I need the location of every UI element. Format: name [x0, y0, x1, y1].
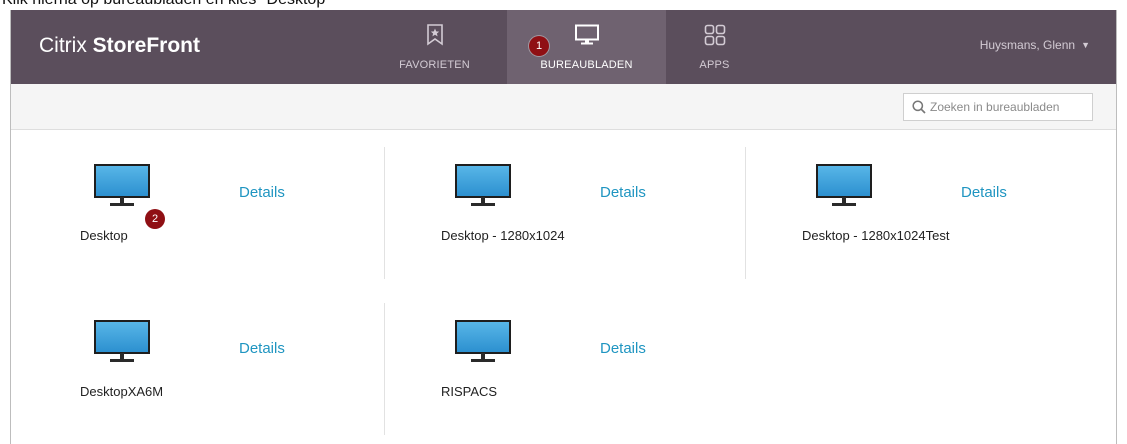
- chevron-down-icon: ▼: [1081, 40, 1090, 50]
- details-link[interactable]: Details: [961, 184, 1007, 201]
- details-link[interactable]: Details: [600, 184, 646, 201]
- search-box[interactable]: [903, 93, 1093, 121]
- desktop-monitor-icon: [816, 164, 872, 215]
- brand-bold-text: StoreFront: [92, 34, 200, 57]
- monitor-icon: [574, 24, 600, 51]
- desktop-name: RISPACS: [441, 384, 498, 399]
- desktop-tile-rispacs[interactable]: RISPACS Details: [372, 300, 732, 440]
- search-input[interactable]: [930, 98, 1085, 116]
- app-grid-icon: [704, 24, 726, 51]
- top-navigation-bar: Citrix StoreFront FAVORIETEN BUREAUBLADE…: [11, 10, 1116, 84]
- desktop-name: Desktop - 1280x1024Test: [802, 228, 950, 243]
- tab-favorieten[interactable]: FAVORIETEN: [387, 10, 482, 84]
- user-menu[interactable]: Huysmans, Glenn ▼: [980, 38, 1090, 52]
- desktop-name: Desktop: [80, 228, 128, 243]
- search-icon: [912, 100, 926, 117]
- user-name: Huysmans, Glenn: [979, 38, 1076, 52]
- step-badge-1: 1: [529, 36, 549, 56]
- search-toolbar: [11, 84, 1116, 130]
- instruction-caption: Klik hierna op bureaubladen en kies "Des…: [0, 0, 1127, 10]
- desktop-monitor-icon: [455, 320, 511, 371]
- desktop-name: Desktop - 1280x1024: [441, 228, 565, 243]
- desktop-tile-desktopxa6m[interactable]: DesktopXA6M Details: [11, 300, 371, 440]
- tab-bureaubladen-label: BUREAUBLADEN: [540, 59, 633, 71]
- desktop-monitor-icon: [94, 164, 150, 215]
- bookmark-star-icon: [426, 24, 444, 51]
- instruction-text: Klik hierna op bureaubladen en kies "Des…: [2, 0, 331, 9]
- tab-apps[interactable]: APPS: [667, 10, 762, 84]
- desktop-name: DesktopXA6M: [80, 384, 164, 399]
- tab-favorieten-label: FAVORIETEN: [399, 59, 470, 71]
- tab-apps-label: APPS: [699, 59, 730, 71]
- step-badge-2: 2: [145, 209, 165, 229]
- desktop-monitor-icon: [94, 320, 150, 371]
- details-link[interactable]: Details: [239, 184, 285, 201]
- desktop-tile-desktop-1280x1024[interactable]: Desktop - 1280x1024 Details: [372, 144, 732, 284]
- desktop-tile-desktop[interactable]: Desktop Details: [11, 144, 371, 284]
- storefront-window: Citrix StoreFront FAVORIETEN BUREAUBLADE…: [10, 10, 1117, 444]
- citrix-storefront-logo: Citrix StoreFront: [39, 34, 200, 58]
- details-link[interactable]: Details: [600, 340, 646, 357]
- details-link[interactable]: Details: [239, 340, 285, 357]
- desktop-monitor-icon: [455, 164, 511, 215]
- desktop-tile-desktop-1280x1024test[interactable]: Desktop - 1280x1024Test Details: [733, 144, 1093, 284]
- brand-light-text: Citrix: [39, 34, 93, 57]
